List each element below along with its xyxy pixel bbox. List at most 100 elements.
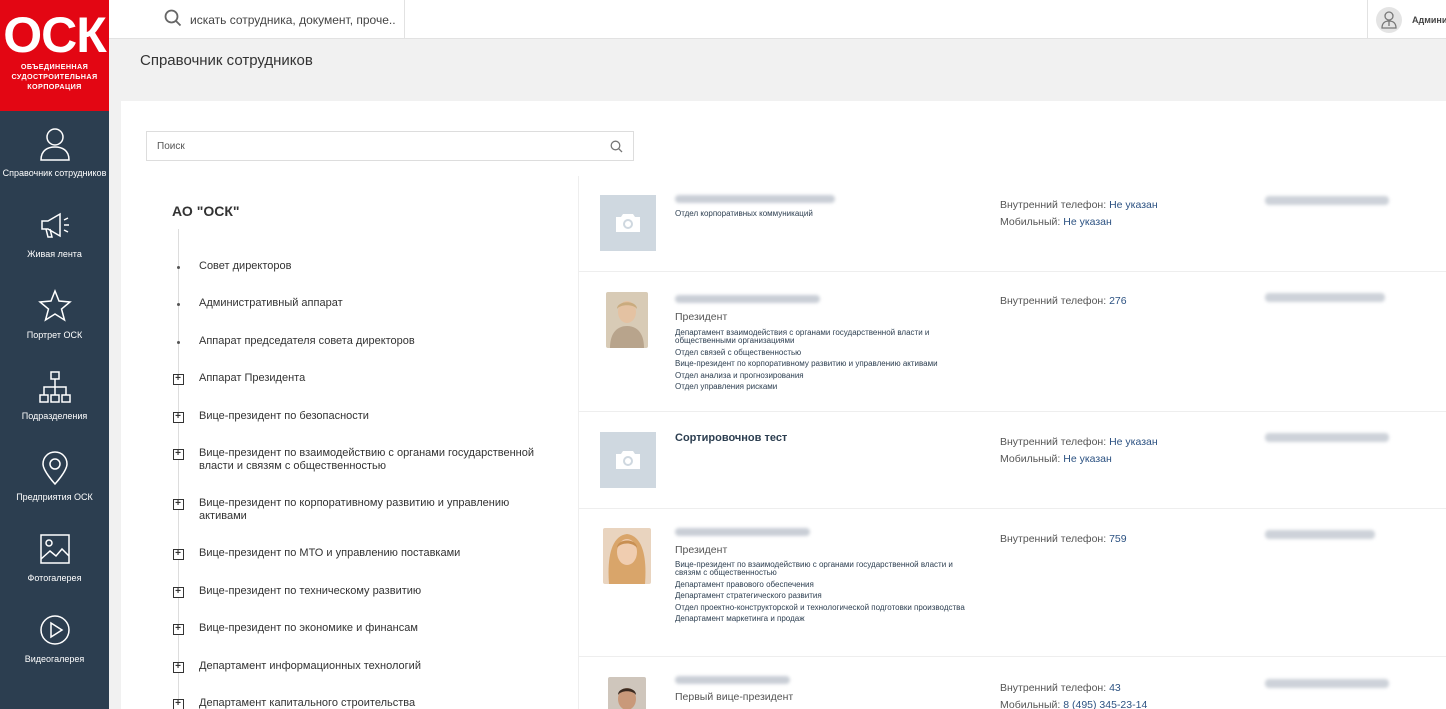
sidebar-item-feed[interactable]: Живая лента <box>0 192 109 273</box>
tree-item-label[interactable]: Вице-президент по МТО и управлению поста… <box>199 547 460 560</box>
page-title: Справочник сотрудников <box>140 52 313 69</box>
star-icon <box>37 288 72 322</box>
mobile-label: Мобильный: <box>1000 452 1061 465</box>
expand-icon[interactable]: + <box>172 698 184 709</box>
sidebar-item-directory[interactable]: Справочник сотрудников <box>0 111 109 192</box>
mobile-label: Мобильный: <box>1000 215 1061 228</box>
logo-line-3: КОРПОРАЦИЯ <box>27 82 82 91</box>
sidebar-item-label: Подразделения <box>21 410 88 421</box>
expand-icon[interactable]: + <box>172 411 184 423</box>
search-icon[interactable] <box>610 140 623 153</box>
sidebar: ОСК ОБЪЕДИНЕННАЯ СУДОСТРОИТЕЛЬНАЯ КОРПОР… <box>0 0 109 709</box>
company-logo[interactable]: ОСК ОБЪЕДИНЕННАЯ СУДОСТРОИТЕЛЬНАЯ КОРПОР… <box>0 0 109 111</box>
employee-name[interactable]: Сортировочнов тест <box>675 432 787 444</box>
employee-card[interactable]: Сортировочнов тест Внутренний телефон: Н… <box>579 412 1446 509</box>
department-link[interactable]: Вице-президент по корпоративному развити… <box>675 360 975 368</box>
department-link[interactable]: Департамент маркетинга и продаж <box>675 615 975 623</box>
redacted-name <box>675 528 810 536</box>
directory-search[interactable] <box>146 131 634 161</box>
tree-item[interactable]: + Вице-президент по безопасности <box>172 410 552 423</box>
sidebar-item-video-gallery[interactable]: Видеогалерея <box>0 597 109 678</box>
phone-value: 43 <box>1109 682 1121 694</box>
employee-position: Президент <box>675 544 728 556</box>
employee-card[interactable]: Президент Департамент взаимодействия с о… <box>579 272 1446 412</box>
tree-item-label[interactable]: Вице-президент по безопасности <box>199 410 369 423</box>
expand-icon[interactable]: + <box>172 373 184 385</box>
expand-icon[interactable]: + <box>172 661 184 673</box>
tree-item[interactable]: Аппарат председателя совета директоров <box>172 335 552 348</box>
employee-card[interactable]: Отдел корпоративных коммуникаций Внутрен… <box>579 176 1446 272</box>
global-search[interactable] <box>109 0 405 39</box>
tree-item-label[interactable]: Аппарат председателя совета директоров <box>199 335 415 348</box>
map-pin-icon <box>41 450 68 485</box>
department-link[interactable]: Департамент стратегического развития <box>675 592 975 600</box>
tree-item-label[interactable]: Вице-президент по корпоративному развити… <box>199 497 552 523</box>
directory-search-input[interactable] <box>157 140 597 152</box>
tree-item-label[interactable]: Департамент капитального строительства <box>199 697 415 709</box>
sidebar-item-label: Фотогалерея <box>27 572 82 583</box>
employee-phones: Внутренний телефон: Не указан Мобильный:… <box>1000 197 1158 230</box>
user-name[interactable]: Администратор <box>1412 15 1446 25</box>
department-link[interactable]: Отдел управления рисками <box>675 383 975 391</box>
department-link[interactable]: Отдел корпоративных коммуникаций <box>675 210 975 218</box>
sidebar-item-label: Живая лента <box>27 248 82 259</box>
tree-item[interactable]: Административный аппарат <box>172 297 552 310</box>
mobile-label: Мобильный: <box>1000 698 1061 709</box>
sidebar-item-divisions[interactable]: Подразделения <box>0 354 109 435</box>
phone-label: Внутренний телефон: <box>1000 533 1107 545</box>
avatar[interactable] <box>1376 6 1402 33</box>
department-link[interactable]: Отдел анализа и прогнозирования <box>675 371 975 380</box>
tree-item[interactable]: + Департамент информационных технологий <box>172 660 552 673</box>
person-icon <box>39 127 70 161</box>
top-bar: Администратор <box>109 0 1446 39</box>
employee-photo <box>603 528 651 584</box>
tree-item-label[interactable]: Вице-президент по техническому развитию <box>199 585 421 598</box>
expand-icon[interactable]: + <box>172 623 184 635</box>
tree-bullet <box>172 261 184 273</box>
expand-icon[interactable]: + <box>172 548 184 560</box>
department-link[interactable]: Отдел проектно-конструкторской и техноло… <box>675 603 975 612</box>
expand-icon[interactable]: + <box>172 586 184 598</box>
tree-item[interactable]: + Вице-президент по взаимодействию с орг… <box>172 447 552 473</box>
tree-item-label[interactable]: Административный аппарат <box>199 297 343 310</box>
camera-icon <box>616 451 640 469</box>
tree-item[interactable]: + Вице-президент по техническому развити… <box>172 585 552 598</box>
sidebar-item-label: Портрет ОСК <box>26 329 83 340</box>
tree-item-label[interactable]: Департамент информационных технологий <box>199 660 421 673</box>
phone-value: Не указан <box>1109 199 1158 211</box>
search-icon[interactable] <box>164 9 182 27</box>
tree-item-label[interactable]: Аппарат Президента <box>199 372 305 385</box>
sidebar-item-enterprises[interactable]: Предприятия ОСК <box>0 435 109 516</box>
employee-card[interactable]: Первый вице-президент Внутренний телефон… <box>579 657 1446 709</box>
tree-item[interactable]: + Вице-президент по экономике и финансам <box>172 622 552 635</box>
megaphone-icon <box>40 212 69 238</box>
tree-item[interactable]: Совет директоров <box>172 260 552 273</box>
sidebar-item-photo-gallery[interactable]: Фотогалерея <box>0 516 109 597</box>
tree-item[interactable]: + Вице-президент по корпоративному разви… <box>172 497 552 523</box>
tree-item-label[interactable]: Совет директоров <box>199 260 291 273</box>
employee-phones: Внутренний телефон: 43 Мобильный: 8 (495… <box>1000 680 1147 709</box>
department-link[interactable]: Отдел связей с общественностью <box>675 348 975 357</box>
phone-value: 276 <box>1109 295 1127 307</box>
org-chart-icon <box>38 370 71 403</box>
tree-item[interactable]: + Аппарат Президента <box>172 372 552 385</box>
redacted-name <box>675 295 820 303</box>
tree-bullet <box>172 336 184 348</box>
tree-item[interactable]: + Вице-президент по МТО и управлению пос… <box>172 547 552 560</box>
department-link[interactable]: Департамент правового обеспечения <box>675 580 975 589</box>
expand-icon[interactable]: + <box>172 498 184 510</box>
tree-item-label[interactable]: Вице-президент по взаимодействию с орган… <box>199 447 552 473</box>
tree-item-label[interactable]: Вице-президент по экономике и финансам <box>199 622 418 635</box>
sidebar-item-portrait[interactable]: Портрет ОСК <box>0 273 109 354</box>
camera-icon <box>616 214 640 232</box>
department-link[interactable]: Вице-президент по взаимодействию с орган… <box>675 561 975 577</box>
department-link[interactable]: Департамент взаимодействия с органами го… <box>675 329 975 345</box>
global-search-input[interactable] <box>190 12 395 27</box>
tree-root[interactable]: АО "ОСК" <box>172 203 240 219</box>
logo-mark: ОСК <box>3 7 107 63</box>
expand-icon[interactable]: + <box>172 448 184 460</box>
user-menu[interactable]: Администратор <box>1367 0 1446 39</box>
tree-item[interactable]: + Департамент капитального строительства <box>172 697 552 709</box>
employee-card[interactable]: Президент Вице-президент по взаимодейств… <box>579 509 1446 657</box>
sidebar-item-label: Справочник сотрудников <box>2 167 107 178</box>
